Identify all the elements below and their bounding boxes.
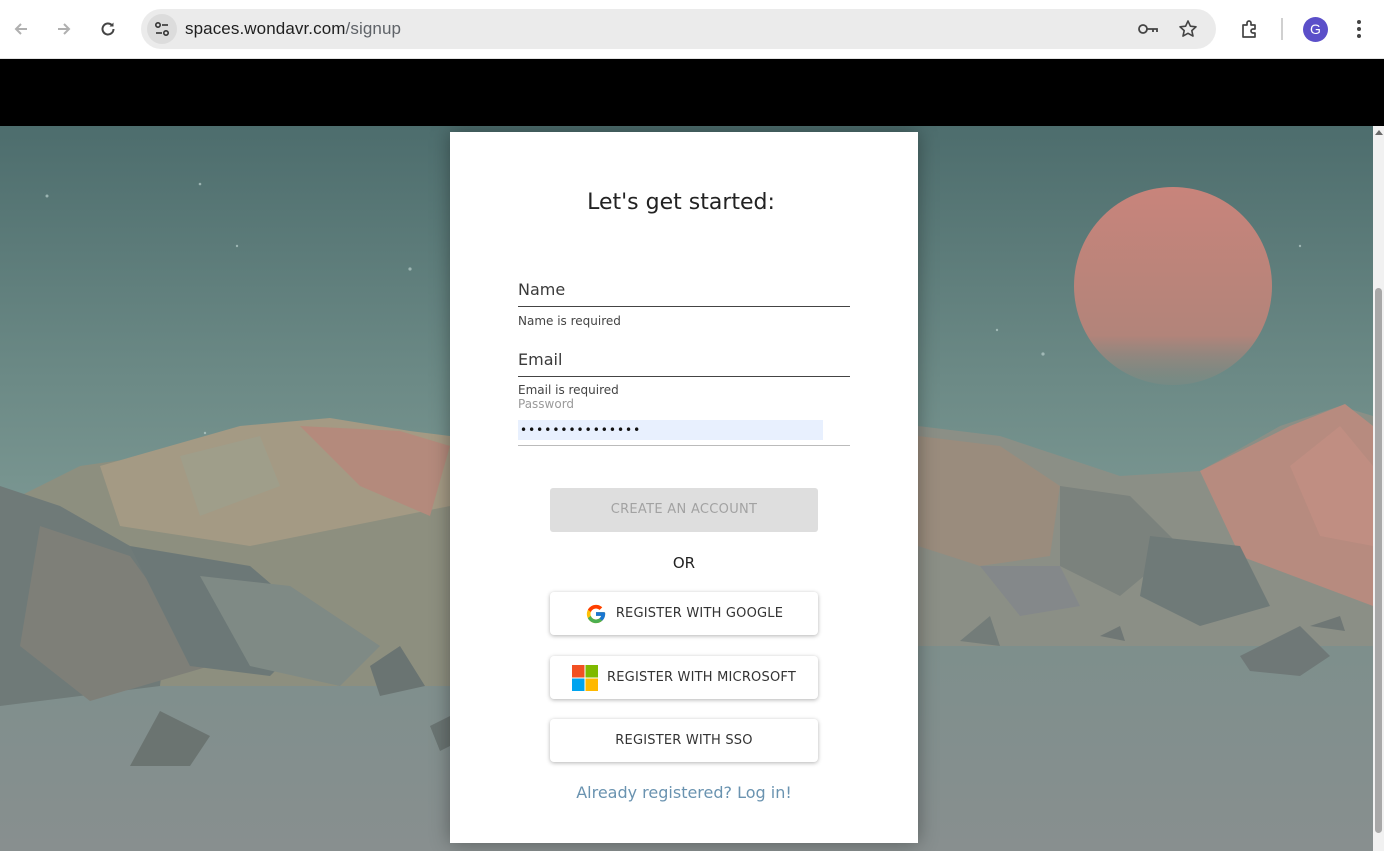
email-field-underline	[518, 376, 850, 377]
url-path: /signup	[345, 19, 402, 38]
profile-avatar[interactable]: G	[1303, 17, 1328, 42]
register-google-label: REGISTER WITH GOOGLE	[615, 606, 784, 621]
register-microsoft-button[interactable]: REGISTER WITH MICROSOFT	[550, 656, 818, 699]
scrollbar-thumb[interactable]	[1375, 288, 1382, 833]
star-icon[interactable]	[1177, 18, 1199, 40]
back-arrow-icon[interactable]	[6, 14, 36, 44]
url-text[interactable]: spaces.wondavr.com/signup	[185, 9, 401, 49]
kebab-menu-icon[interactable]	[1346, 16, 1372, 42]
browser-toolbar: spaces.wondavr.com/signup G	[0, 0, 1384, 59]
site-info-icon[interactable]	[147, 14, 177, 44]
signup-card: Let's get started: Name Name is required…	[450, 132, 918, 843]
password-label: Password	[518, 397, 575, 411]
email-field[interactable]: Email	[518, 350, 562, 369]
name-field-underline	[518, 306, 850, 307]
page-title: Let's get started:	[587, 190, 775, 215]
toolbar-divider	[1281, 18, 1283, 40]
scroll-up-arrow-icon[interactable]	[1375, 130, 1383, 135]
google-logo-icon	[585, 603, 607, 625]
page-header-band	[0, 59, 1384, 126]
password-field[interactable]: •••••••••••••••	[518, 420, 823, 440]
microsoft-logo-icon	[572, 664, 599, 691]
register-sso-label: REGISTER WITH SSO	[615, 733, 753, 748]
key-icon[interactable]	[1137, 18, 1159, 40]
forward-arrow-icon[interactable]	[49, 14, 79, 44]
register-google-button[interactable]: REGISTER WITH GOOGLE	[550, 592, 818, 635]
register-microsoft-label: REGISTER WITH MICROSOFT	[607, 670, 796, 685]
name-error-text: Name is required	[518, 314, 621, 328]
login-link[interactable]: Already registered? Log in!	[450, 783, 918, 802]
or-divider-text: OR	[672, 554, 696, 572]
name-field[interactable]: Name	[518, 280, 565, 299]
email-error-text: Email is required	[518, 383, 619, 397]
address-bar[interactable]: spaces.wondavr.com/signup	[141, 9, 1216, 49]
puzzle-icon[interactable]	[1237, 16, 1263, 42]
url-host: spaces.wondavr.com	[185, 19, 346, 38]
page-scrollbar[interactable]	[1373, 126, 1384, 851]
register-sso-button[interactable]: REGISTER WITH SSO	[550, 719, 818, 762]
create-account-button[interactable]: CREATE AN ACCOUNT	[550, 488, 818, 532]
reload-icon[interactable]	[93, 14, 123, 44]
password-field-underline	[518, 445, 850, 446]
